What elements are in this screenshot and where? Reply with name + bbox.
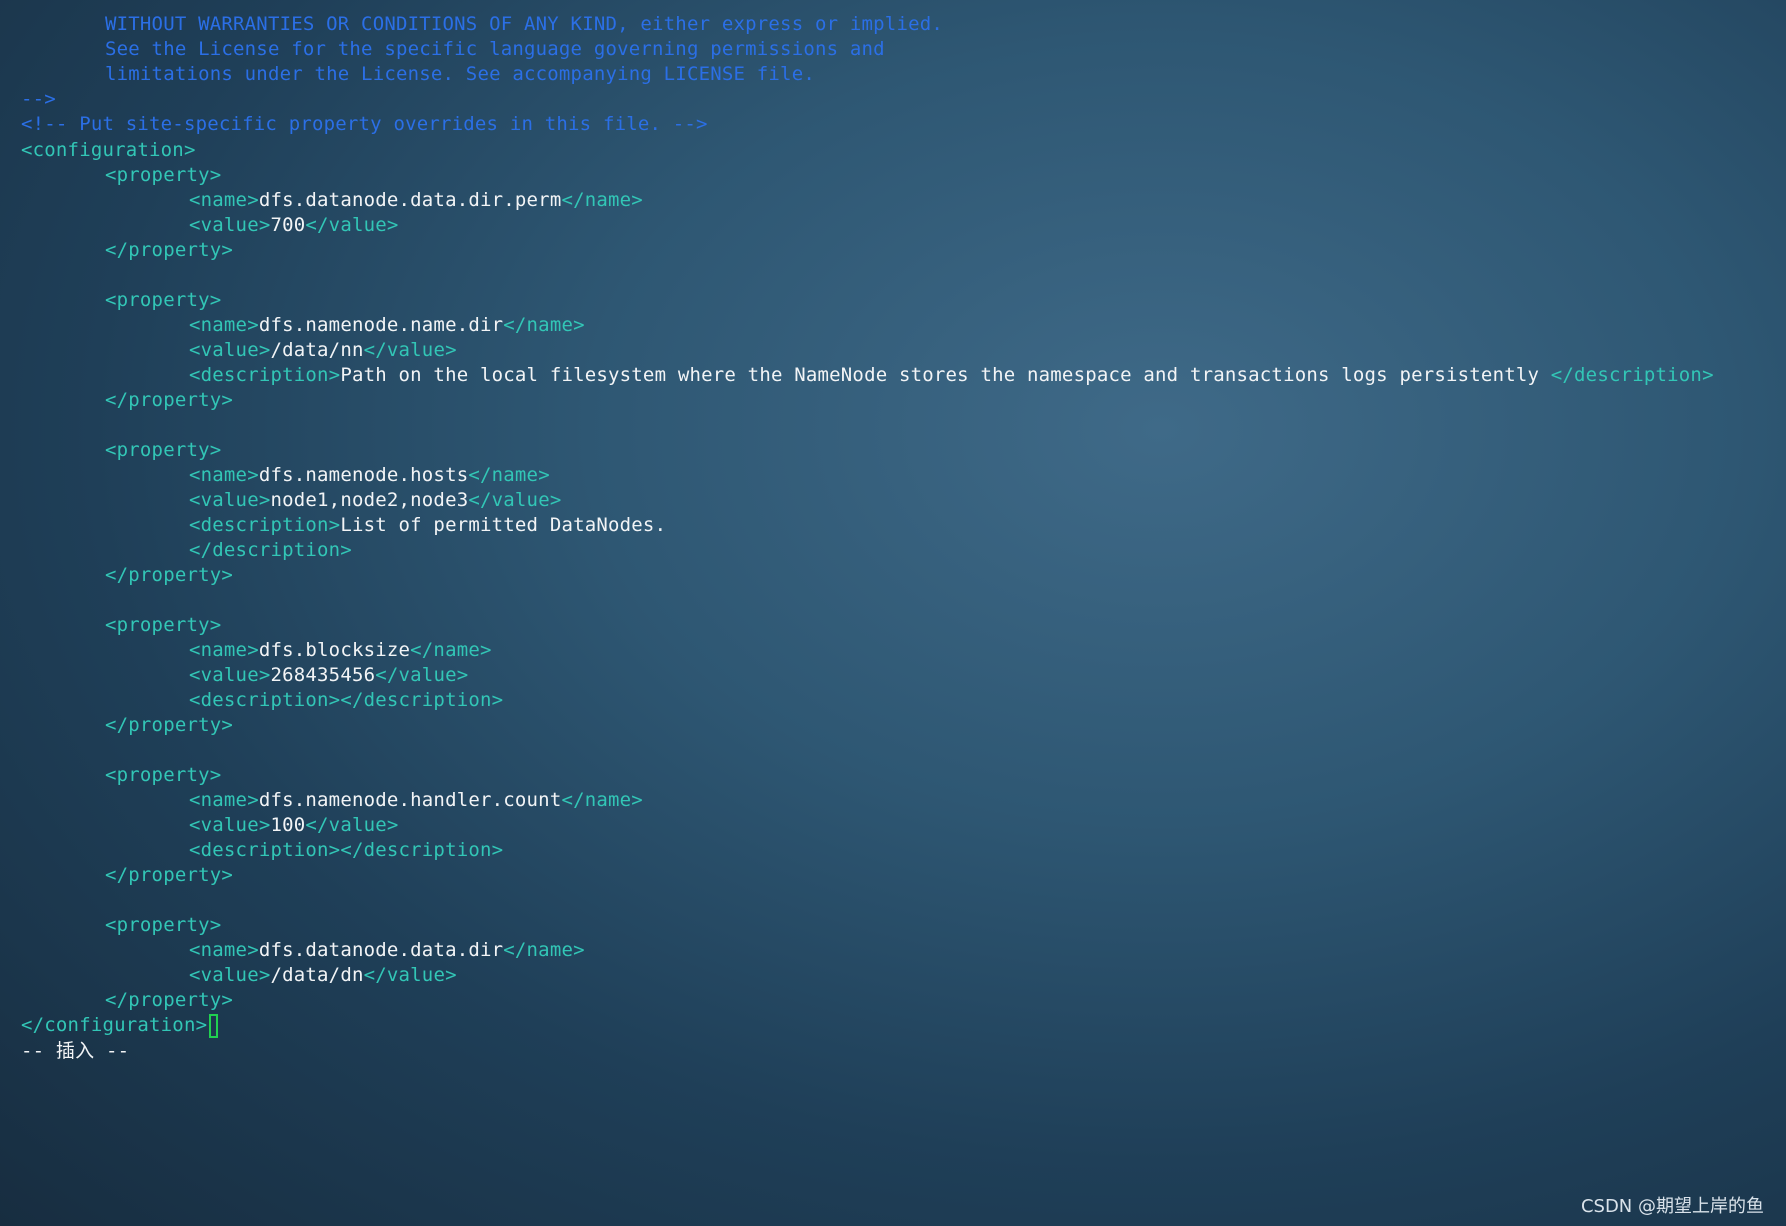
name-line: <name>dfs.blocksize</name> — [189, 636, 492, 664]
property-close-tag: </property> — [105, 564, 234, 586]
comment-close: --> — [21, 88, 56, 110]
property-open-tag: <property> — [105, 289, 222, 311]
property-value: 268435456 — [270, 664, 376, 686]
description-line: <description>List of permitted DataNodes… — [189, 511, 666, 539]
property-close-tag: </property> — [105, 989, 234, 1011]
value-line: <value>100</value> — [189, 811, 399, 839]
property-open-tag: <property> — [105, 914, 222, 936]
description-close-tag: </description> — [340, 689, 504, 711]
value-open-tag: <value> — [189, 214, 271, 236]
description-line: <description>Path on the local filesyste… — [189, 361, 1714, 389]
description-open-tag: <description> — [189, 839, 341, 861]
property-close-tag: </property> — [105, 239, 234, 261]
value-line: <value>/data/dn</value> — [189, 961, 457, 989]
value-line: <value>/data/nn</value> — [189, 336, 457, 364]
name-line: <name>dfs.datanode.data.dir</name> — [189, 936, 585, 964]
comment-line: limitations under the License. See accom… — [105, 63, 815, 85]
mode-indicator: -- 插入 -- — [21, 1040, 130, 1062]
name-close-tag: </name> — [561, 189, 643, 211]
configuration-close-line: </configuration> — [21, 1011, 219, 1039]
property-close-tag: </property> — [105, 714, 234, 736]
name-line: <name>dfs.namenode.name.dir</name> — [189, 311, 585, 339]
property-close-tag: </property> — [105, 864, 234, 886]
name-open-tag: <name> — [189, 789, 259, 811]
name-close-tag: </name> — [503, 314, 585, 336]
configuration-open-tag: <configuration> — [21, 139, 196, 161]
property-description: List of permitted DataNodes. — [340, 514, 667, 536]
value-line: <value>700</value> — [189, 211, 399, 239]
value-close-tag: </value> — [363, 964, 457, 986]
value-open-tag: <value> — [189, 489, 271, 511]
property-name: dfs.namenode.hosts — [258, 464, 469, 486]
name-close-tag: </name> — [468, 464, 550, 486]
description-open-tag: <description> — [189, 364, 341, 386]
name-line: <name>dfs.namenode.hosts</name> — [189, 461, 550, 489]
property-close-tag: </property> — [105, 389, 234, 411]
value-close-tag: </value> — [375, 664, 469, 686]
terminal-editor[interactable]: WITHOUT WARRANTIES OR CONDITIONS OF ANY … — [0, 0, 1786, 1226]
property-value: 100 — [270, 814, 306, 836]
property-name: dfs.blocksize — [258, 639, 411, 661]
value-line: <value>node1,node2,node3</value> — [189, 486, 561, 514]
value-close-tag: </value> — [305, 814, 399, 836]
description-open-tag: <description> — [189, 689, 341, 711]
value-open-tag: <value> — [189, 814, 271, 836]
property-name: dfs.namenode.name.dir — [258, 314, 504, 336]
name-line: <name>dfs.namenode.handler.count</name> — [189, 786, 643, 814]
description-close-tag: </description> — [189, 539, 352, 561]
description-close-tag: </description> — [1550, 364, 1714, 386]
description-open-tag: <description> — [189, 514, 341, 536]
value-close-tag: </value> — [363, 339, 457, 361]
value-close-tag: </value> — [468, 489, 562, 511]
property-open-tag: <property> — [105, 764, 222, 786]
property-open-tag: <property> — [105, 164, 222, 186]
name-open-tag: <name> — [189, 939, 259, 961]
property-value: /data/nn — [270, 339, 364, 361]
comment-line: See the License for the specific languag… — [105, 38, 885, 60]
property-open-tag: <property> — [105, 439, 222, 461]
name-open-tag: <name> — [189, 464, 259, 486]
property-value: 700 — [270, 214, 306, 236]
property-description: Path on the local filesystem where the N… — [340, 364, 1551, 386]
configuration-close-tag: </configuration> — [21, 1014, 208, 1036]
value-open-tag: <value> — [189, 964, 271, 986]
name-open-tag: <name> — [189, 314, 259, 336]
name-close-tag: </name> — [503, 939, 585, 961]
property-name: dfs.datanode.data.dir — [258, 939, 504, 961]
site-comment: <!-- Put site-specific property override… — [21, 113, 708, 135]
property-name: dfs.namenode.handler.count — [258, 789, 562, 811]
description-line: <description></description> — [189, 836, 503, 864]
text-cursor — [209, 1013, 219, 1038]
value-open-tag: <value> — [189, 339, 271, 361]
name-line: <name>dfs.datanode.data.dir.perm</name> — [189, 186, 643, 214]
comment-line: WITHOUT WARRANTIES OR CONDITIONS OF ANY … — [105, 13, 944, 35]
value-close-tag: </value> — [305, 214, 399, 236]
name-open-tag: <name> — [189, 639, 259, 661]
name-close-tag: </name> — [561, 789, 643, 811]
property-open-tag: <property> — [105, 614, 222, 636]
property-value: node1,node2,node3 — [270, 489, 469, 511]
property-name: dfs.datanode.data.dir.perm — [258, 189, 562, 211]
value-open-tag: <value> — [189, 664, 271, 686]
watermark: CSDN @期望上岸的鱼 — [1580, 1196, 1764, 1217]
name-open-tag: <name> — [189, 189, 259, 211]
description-close-tag: </description> — [340, 839, 504, 861]
property-value: /data/dn — [270, 964, 364, 986]
value-line: <value>268435456</value> — [189, 661, 468, 689]
description-line: <description></description> — [189, 686, 503, 714]
name-close-tag: </name> — [410, 639, 492, 661]
